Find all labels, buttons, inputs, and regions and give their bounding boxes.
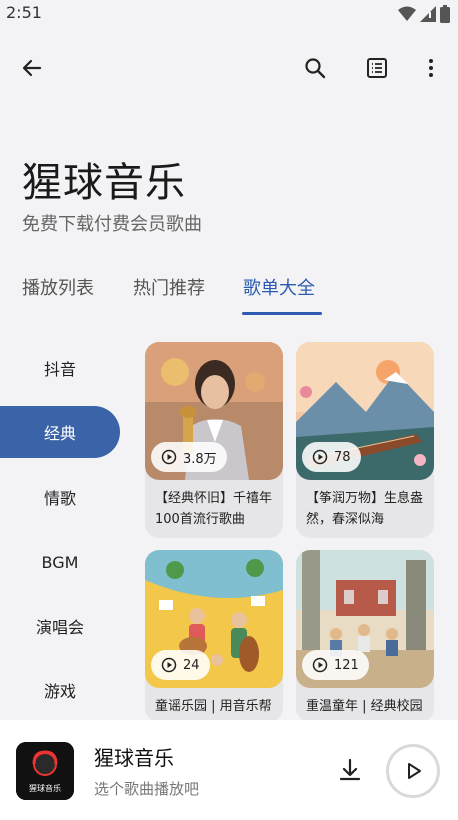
playlist-cover: 3.8万 [145,342,283,480]
tab-all-playlists[interactable]: 歌单大全 [243,274,315,300]
sidebar-item-game[interactable]: 游戏 [0,664,120,716]
download-icon [339,758,361,781]
playlist-cover: 78 [296,342,434,480]
play-count-badge: 78 [302,442,361,472]
tab-bar: 播放列表 热门推荐 歌单大全 [0,268,458,318]
tab-hot-recommend[interactable]: 热门推荐 [133,274,205,300]
svg-text:猩球音乐: 猩球音乐 [29,783,61,793]
page-title: 猩球音乐 [22,160,186,206]
battery-icon [440,5,450,23]
player-title: 猩球音乐 [94,746,174,770]
playlist-cover: 24 [145,550,283,688]
playlist-card[interactable]: 78 【筝润万物】生息盎然，春深似海 [296,342,434,538]
play-icon [408,763,421,779]
play-button[interactable] [386,744,440,798]
play-count-badge: 24 [151,650,210,680]
arrow-left-icon [22,59,42,77]
mini-player[interactable]: 猩球音乐 猩球音乐 选个歌曲播放吧 [0,720,458,820]
play-circle-icon [312,657,328,673]
playlist-cover: 121 [296,550,434,688]
play-count: 78 [334,449,351,465]
more-button[interactable] [411,48,451,88]
player-subtitle: 选个歌曲播放吧 [94,780,200,798]
sidebar-item-love-songs[interactable]: 情歌 [0,471,120,523]
playlist-title: 【筝润万物】生息盎然，春深似海 [306,491,424,527]
sidebar-item-classic[interactable]: 经典 [0,406,120,458]
top-app-bar [0,44,458,92]
play-count: 121 [334,657,359,673]
active-tab-indicator [242,312,322,315]
back-button[interactable] [12,48,52,88]
sidebar-item-concert[interactable]: 演唱会 [0,600,120,652]
wifi-icon [398,6,416,21]
playlist-card[interactable]: 24 童谣乐园 | 用音乐帮 [145,550,283,722]
playlist-card[interactable]: 121 重温童年 | 经典校园 [296,550,434,722]
page-subtitle: 免费下载付费会员歌曲 [22,214,202,235]
play-circle-icon [312,449,328,465]
search-icon [305,58,326,79]
sidebar-item-douyin[interactable]: 抖音 [0,342,120,394]
play-circle-icon [161,449,177,465]
sidebar-item-bgm[interactable]: BGM [0,536,120,588]
download-button[interactable] [334,754,366,786]
status-bar: 2:51 [0,0,458,26]
status-icons [398,5,450,23]
playlist-title: 童谣乐园 | 用音乐帮 [155,699,272,714]
search-button[interactable] [295,48,335,88]
playlist-button[interactable] [357,48,397,88]
play-count-badge: 121 [302,650,369,680]
playlist-title: 【经典怀旧】千禧年100首流行歌曲 [155,491,273,527]
play-circle-icon [161,657,177,673]
play-count: 3.8万 [183,451,217,467]
status-time: 2:51 [6,3,42,22]
play-count: 24 [183,657,200,673]
more-vert-icon [429,59,433,77]
tab-playlist[interactable]: 播放列表 [22,274,94,300]
playlist-card[interactable]: 3.8万 【经典怀旧】千禧年100首流行歌曲 [145,342,283,538]
signal-icon [420,6,436,22]
player-cover-logo: 猩球音乐 [16,742,74,800]
list-icon [367,58,387,78]
play-count-badge: 3.8万 [151,442,227,472]
playlist-title: 重温童年 | 经典校园 [306,699,423,714]
